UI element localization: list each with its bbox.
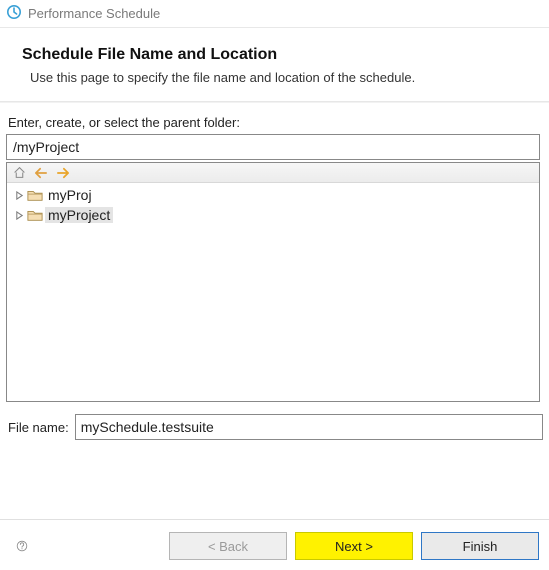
tree-toolbar [7, 163, 539, 183]
folder-tree-panel: myProj myProject [6, 162, 540, 402]
filename-label: File name: [8, 420, 69, 435]
forward-arrow-icon[interactable] [55, 165, 71, 181]
wizard-button-bar: < Back Next > Finish [0, 519, 549, 560]
parent-folder-label: Enter, create, or select the parent fold… [8, 115, 543, 130]
expander-icon[interactable] [13, 209, 25, 221]
app-icon [6, 4, 28, 23]
folder-icon [27, 207, 43, 223]
finish-button[interactable]: Finish [421, 532, 539, 560]
expander-icon[interactable] [13, 189, 25, 201]
tree-item-myproject[interactable]: myProject [7, 205, 539, 225]
window-title: Performance Schedule [28, 6, 543, 21]
parent-folder-input[interactable] [6, 134, 540, 160]
page-description: Use this page to specify the file name a… [30, 70, 527, 85]
filename-input[interactable] [75, 414, 543, 440]
next-button[interactable]: Next > [295, 532, 413, 560]
tree-item-label: myProject [45, 207, 113, 223]
back-button: < Back [169, 532, 287, 560]
page-heading: Schedule File Name and Location [22, 46, 527, 64]
folder-icon [27, 187, 43, 203]
tree-item-label: myProj [45, 187, 95, 203]
back-arrow-icon[interactable] [33, 165, 49, 181]
wizard-header: Schedule File Name and Location Use this… [0, 28, 549, 101]
tree-item-myproj[interactable]: myProj [7, 185, 539, 205]
folder-tree[interactable]: myProj myProject [7, 183, 539, 401]
titlebar: Performance Schedule [0, 0, 549, 28]
help-button[interactable] [10, 534, 34, 558]
home-icon[interactable] [11, 165, 27, 181]
